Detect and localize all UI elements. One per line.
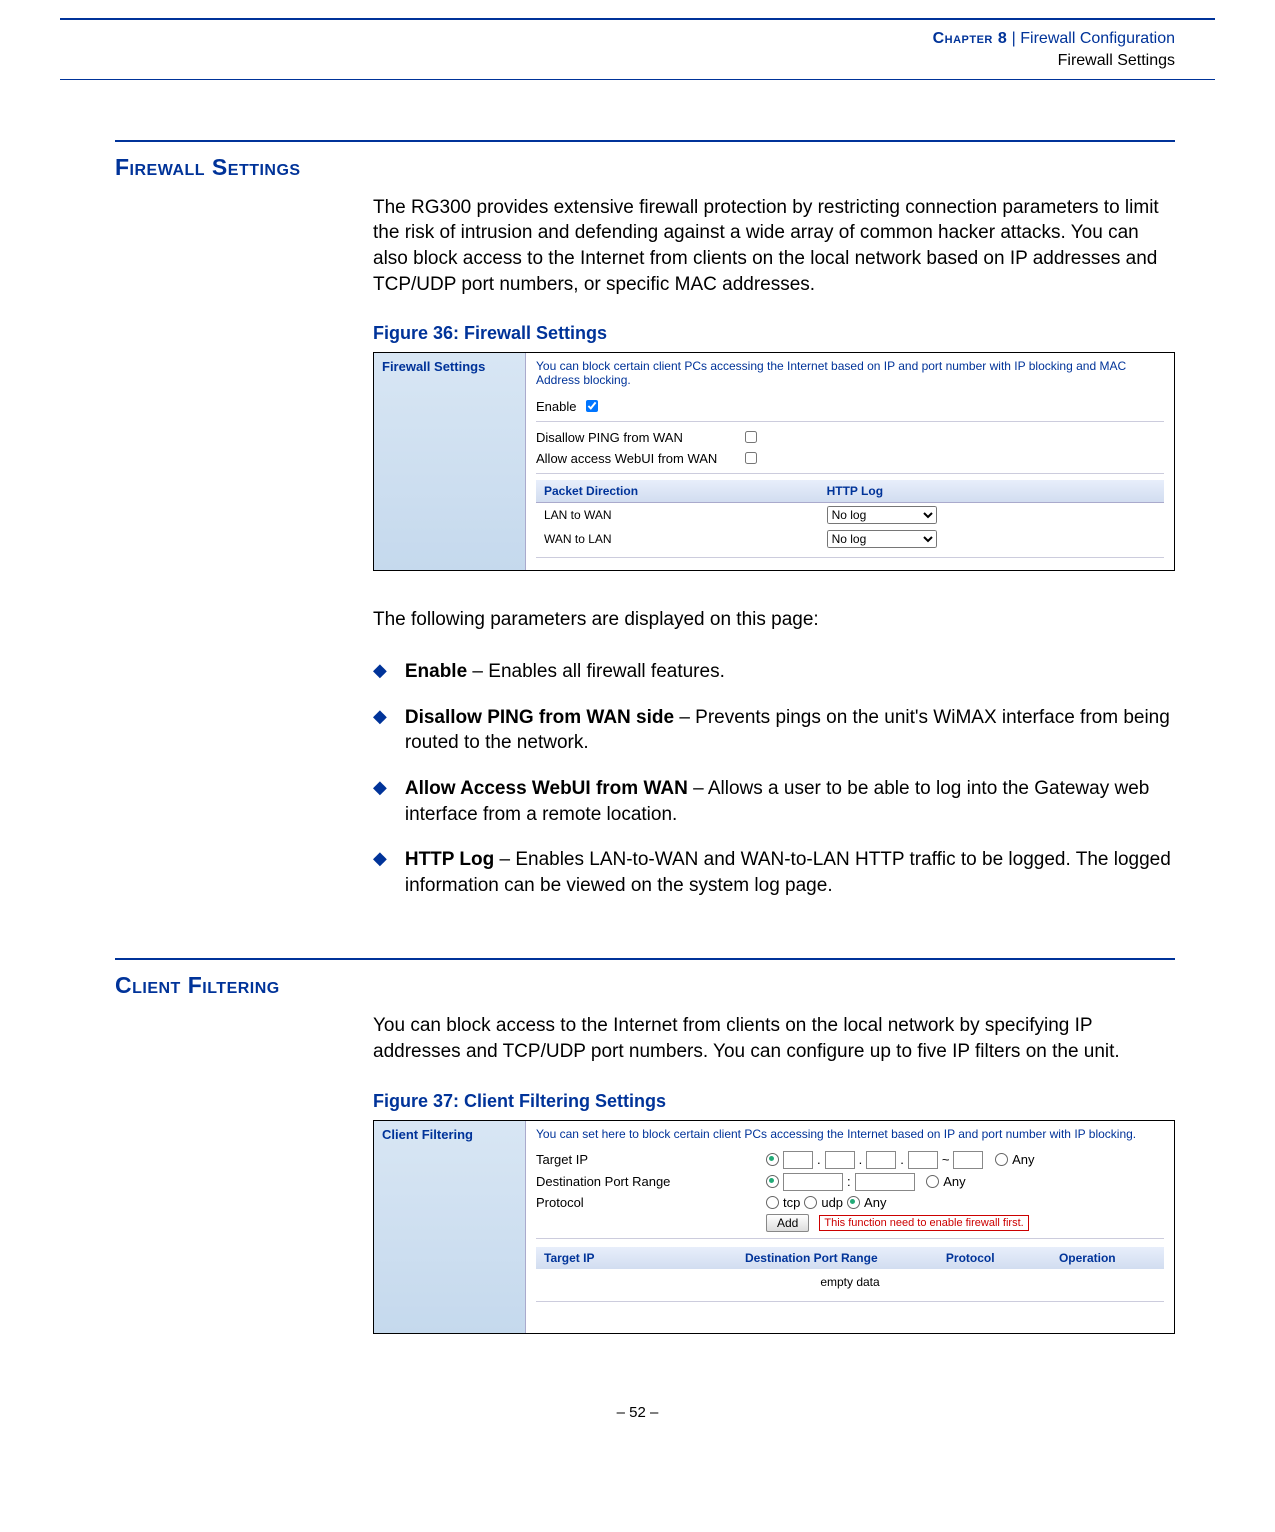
udp-label: udp [821, 1195, 843, 1210]
col-http-log: HTTP Log [819, 480, 1164, 503]
list-item: ◆ Allow Access WebUI from WAN – Allows a… [373, 776, 1175, 827]
ip-octet-input[interactable] [908, 1151, 938, 1169]
section-rule [115, 958, 1175, 960]
col-protocol: Protocol [938, 1247, 1051, 1269]
bullet-text: Enable – Enables all firewall features. [405, 659, 725, 685]
protocol-radio-udp[interactable] [804, 1196, 817, 1209]
table-row: empty data [536, 1269, 1164, 1295]
list-item: ◆ HTTP Log – Enables LAN-to-WAN and WAN-… [373, 847, 1175, 898]
divider [536, 421, 1164, 422]
list-item: ◆ Disallow PING from WAN side – Prevents… [373, 705, 1175, 756]
protocol-radio-tcp[interactable] [766, 1196, 779, 1209]
ip-octet-input[interactable] [783, 1151, 813, 1169]
table-row: LAN to WAN No log [536, 503, 1164, 528]
chapter-label: Chapter 8 [933, 30, 1008, 47]
port-radio-specific[interactable] [766, 1175, 779, 1188]
allow-webui-checkbox[interactable] [745, 452, 757, 464]
allow-webui-label: Allow access WebUI from WAN [536, 451, 741, 466]
any-label: Any [864, 1195, 886, 1210]
figure-36-caption: Figure 36: Firewall Settings [373, 323, 1175, 344]
cell-direction: WAN to LAN [536, 527, 819, 551]
section-rule [115, 140, 1175, 142]
bullet-text: Disallow PING from WAN side – Prevents p… [405, 705, 1175, 756]
divider [536, 1238, 1164, 1239]
firewall-intro-text: The RG300 provides extensive firewall pr… [373, 195, 1175, 298]
firewall-settings-screenshot: Firewall Settings You can block certain … [373, 352, 1175, 571]
col-dest-port: Destination Port Range [737, 1247, 938, 1269]
target-ip-radio-specific[interactable] [766, 1153, 779, 1166]
http-log-table: Packet Direction HTTP Log LAN to WAN No … [536, 480, 1164, 551]
section-title-client-filtering: Client Filtering [115, 972, 1175, 999]
any-label: Any [943, 1174, 965, 1189]
header-subtitle: Firewall Settings [1058, 52, 1175, 69]
diamond-bullet-icon: ◆ [373, 659, 387, 685]
header-separator: | [1007, 30, 1020, 47]
disallow-ping-checkbox[interactable] [745, 431, 757, 443]
client-filtering-intro: You can block access to the Internet fro… [373, 1013, 1175, 1064]
divider [536, 1301, 1164, 1302]
client-filter-table: Target IP Destination Port Range Protoco… [536, 1247, 1164, 1295]
screenshot-side-label: Client Filtering [374, 1121, 526, 1333]
screenshot-description: You can block certain client PCs accessi… [536, 359, 1164, 387]
page-header: Chapter 8 | Firewall Configuration Firew… [0, 28, 1175, 73]
disallow-ping-label: Disallow PING from WAN [536, 430, 741, 445]
parameter-bullet-list: ◆ Enable – Enables all firewall features… [373, 659, 1175, 898]
header-rule-top [60, 18, 1215, 20]
following-parameters-text: The following parameters are displayed o… [373, 607, 1175, 633]
client-filtering-screenshot: Client Filtering You can set here to blo… [373, 1120, 1175, 1334]
cell-direction: LAN to WAN [536, 503, 819, 528]
empty-data-cell: empty data [536, 1269, 1164, 1295]
target-ip-label: Target IP [536, 1152, 766, 1167]
diamond-bullet-icon: ◆ [373, 776, 387, 827]
col-target-ip: Target IP [536, 1247, 737, 1269]
col-operation: Operation [1051, 1247, 1164, 1269]
add-button[interactable]: Add [766, 1214, 809, 1232]
enable-label: Enable [536, 399, 576, 414]
port-to-input[interactable] [855, 1173, 915, 1191]
section-title-firewall-settings: Firewall Settings [115, 154, 1175, 181]
dest-port-label: Destination Port Range [536, 1174, 766, 1189]
figure-37-caption: Figure 37: Client Filtering Settings [373, 1091, 1175, 1112]
diamond-bullet-icon: ◆ [373, 705, 387, 756]
tcp-label: tcp [783, 1195, 800, 1210]
target-ip-radio-any[interactable] [995, 1153, 1008, 1166]
protocol-label: Protocol [536, 1195, 766, 1210]
any-label: Any [1012, 1152, 1034, 1167]
screenshot-side-label: Firewall Settings [374, 353, 526, 570]
enable-checkbox[interactable] [586, 400, 598, 412]
bullet-text: HTTP Log – Enables LAN-to-WAN and WAN-to… [405, 847, 1175, 898]
divider [536, 557, 1164, 558]
log-select-wan-lan[interactable]: No log [827, 530, 937, 548]
header-rule-bottom [60, 79, 1215, 80]
table-row: WAN to LAN No log [536, 527, 1164, 551]
ip-octet-input[interactable] [825, 1151, 855, 1169]
protocol-radio-any[interactable] [847, 1196, 860, 1209]
log-select-lan-wan[interactable]: No log [827, 506, 937, 524]
ip-octet-input[interactable] [866, 1151, 896, 1169]
bullet-text: Allow Access WebUI from WAN – Allows a u… [405, 776, 1175, 827]
header-title: Firewall Configuration [1020, 30, 1175, 47]
ip-octet-input[interactable] [953, 1151, 983, 1169]
divider [536, 473, 1164, 474]
diamond-bullet-icon: ◆ [373, 847, 387, 898]
page-number: – 52 – [0, 1404, 1275, 1421]
port-radio-any[interactable] [926, 1175, 939, 1188]
col-packet-direction: Packet Direction [536, 480, 819, 503]
list-item: ◆ Enable – Enables all firewall features… [373, 659, 1175, 685]
port-from-input[interactable] [783, 1173, 843, 1191]
screenshot-description: You can set here to block certain client… [536, 1127, 1164, 1141]
firewall-warning: This function need to enable firewall fi… [819, 1215, 1028, 1231]
